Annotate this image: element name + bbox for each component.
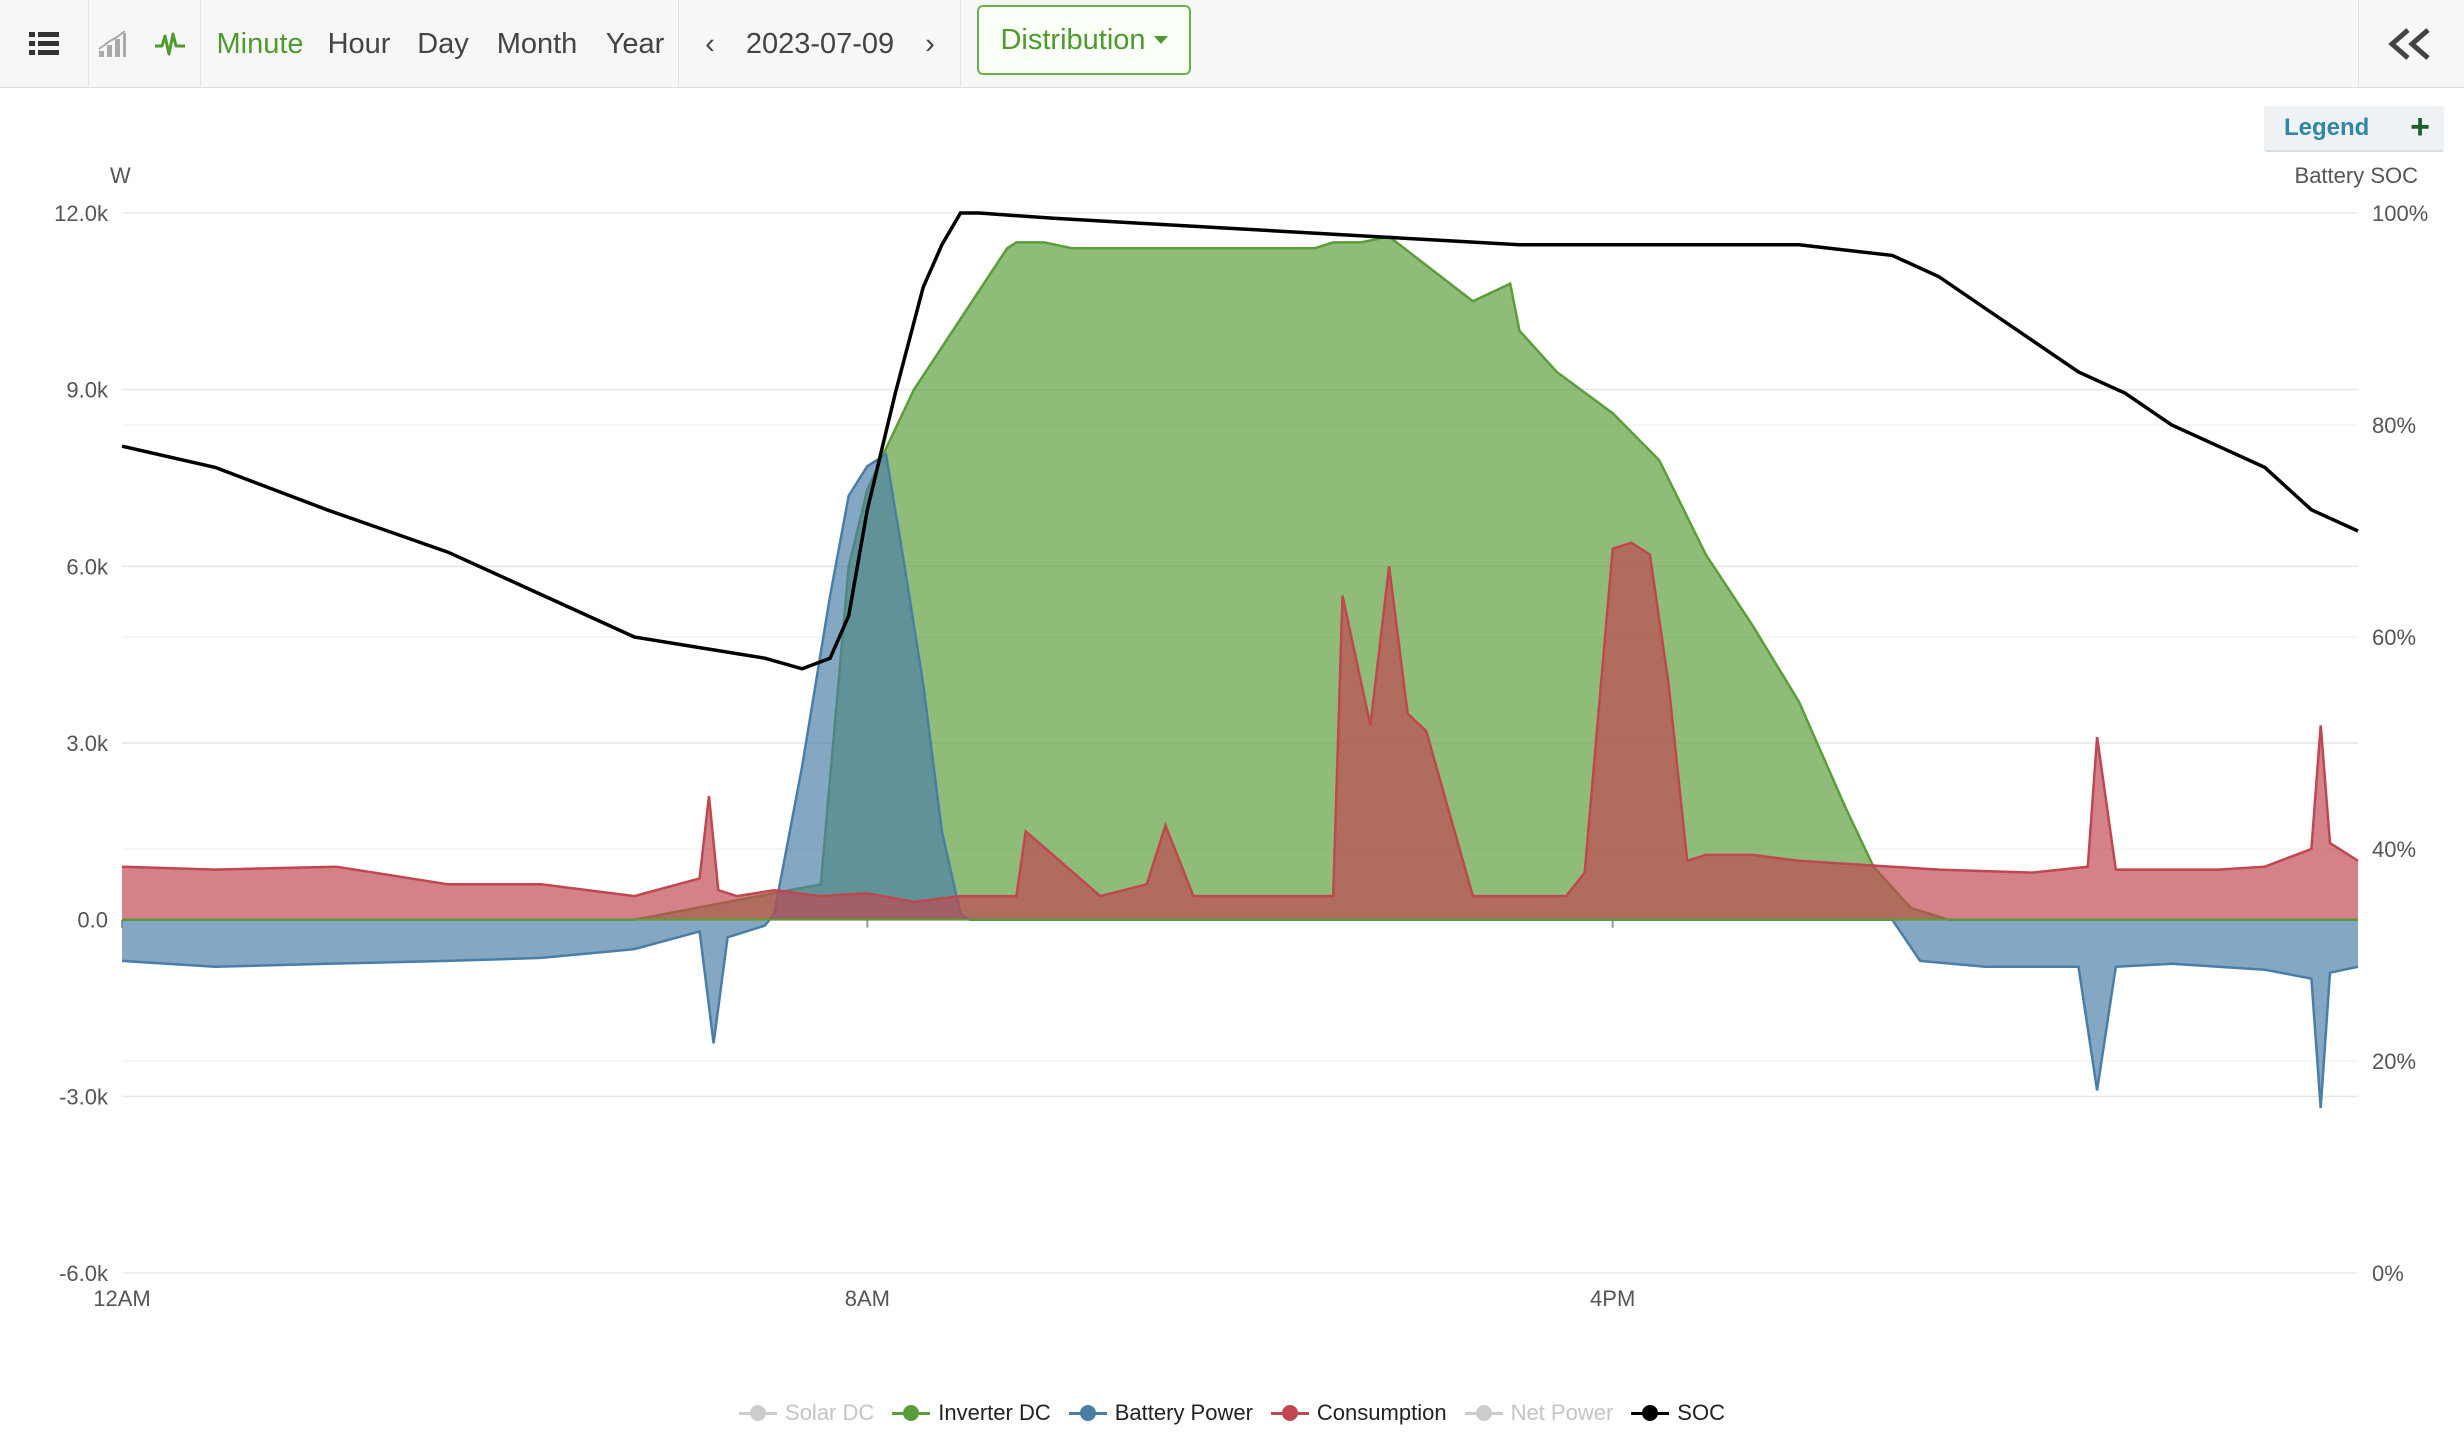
y-left-tick-label: 9.0k — [66, 378, 109, 403]
y-left-tick-label: 0.0 — [77, 908, 108, 933]
next-date-button[interactable]: › — [910, 0, 950, 88]
y-right-tick-label: 20% — [2372, 1049, 2416, 1074]
y-right-tick-label: 100% — [2372, 201, 2428, 226]
y-right-axis-title: Battery SOC — [2295, 163, 2419, 188]
y-left-axis-title: W — [110, 163, 131, 188]
legend-item-consumption[interactable]: Consumption — [1270, 1400, 1447, 1426]
period-tab-year[interactable]: Year — [600, 0, 670, 88]
legend-label: Inverter DC — [938, 1400, 1051, 1425]
y-right-tick-label: 60% — [2372, 625, 2416, 650]
legend-marker-icon — [1631, 1403, 1670, 1423]
power-chart: 12.0k 9.0k 6.0k 3.0k 0.0 -3.0k -6.0k 100% 80% 60%… — [54, 163, 2428, 1311]
legend-marker-icon — [1068, 1403, 1107, 1423]
legend-label: Solar DC — [785, 1400, 875, 1425]
legend-item-net-power[interactable]: Net Power — [1464, 1400, 1614, 1426]
chart-legend: Solar DC Inverter DC Battery Power Consumpt… — [0, 1395, 2464, 1431]
y-right-tick-label: 0% — [2372, 1261, 2404, 1286]
legend-marker-icon — [1270, 1403, 1309, 1423]
date-label: 2023-07-09 — [745, 27, 895, 60]
legend-marker-icon — [1464, 1403, 1503, 1423]
period-tab-hour[interactable]: Hour — [322, 0, 396, 88]
legend-label: Net Power — [1510, 1400, 1614, 1425]
x-tick-label: 4PM — [1590, 1286, 1635, 1311]
prev-date-button[interactable]: ‹ — [690, 0, 730, 88]
period-tab-month[interactable]: Month — [492, 0, 582, 88]
legend-label: SOC — [1677, 1400, 1725, 1425]
legend-marker-icon — [739, 1403, 778, 1423]
y-right-tick-label: 80% — [2372, 413, 2416, 438]
legend-label: Battery Power — [1114, 1400, 1253, 1425]
legend-label: Consumption — [1316, 1400, 1447, 1425]
collapse-button[interactable] — [2360, 0, 2460, 88]
x-tick-label: 12AM — [93, 1286, 150, 1311]
legend-item-soc[interactable]: SOC — [1631, 1400, 1725, 1426]
y-left-tick-label: 3.0k — [66, 731, 109, 756]
y-left-tick-label: -3.0k — [59, 1084, 109, 1109]
distribution-dropdown[interactable]: Distribution — [977, 5, 1191, 75]
y-left-tick-label: -6.0k — [59, 1261, 109, 1286]
list-icon[interactable] — [14, 0, 74, 88]
bar-chart-icon[interactable] — [90, 0, 134, 88]
distribution-label: Distribution — [1000, 23, 1146, 56]
period-tab-day[interactable]: Day — [410, 0, 476, 88]
period-tab-minute[interactable]: Minute — [210, 0, 310, 88]
legend-item-solar-dc[interactable]: Solar DC — [739, 1400, 874, 1426]
pulse-icon[interactable] — [148, 0, 192, 88]
y-left-tick-label: 12.0k — [54, 201, 109, 226]
y-right-tick-label: 40% — [2372, 837, 2416, 862]
toolbar: Minute Hour Day Month Year ‹ 2023-07-09 › Di… — [0, 0, 2464, 88]
x-tick-label: 8AM — [845, 1286, 890, 1311]
y-left-tick-label: 6.0k — [66, 554, 109, 579]
double-chevron-left-icon — [2388, 28, 2430, 60]
legend-item-battery-power[interactable]: Battery Power — [1068, 1400, 1253, 1426]
caret-down-icon — [1153, 36, 1168, 44]
legend-marker-icon — [892, 1403, 931, 1423]
inverter-dc-area — [122, 236, 2358, 920]
legend-item-inverter-dc[interactable]: Inverter DC — [892, 1400, 1051, 1426]
